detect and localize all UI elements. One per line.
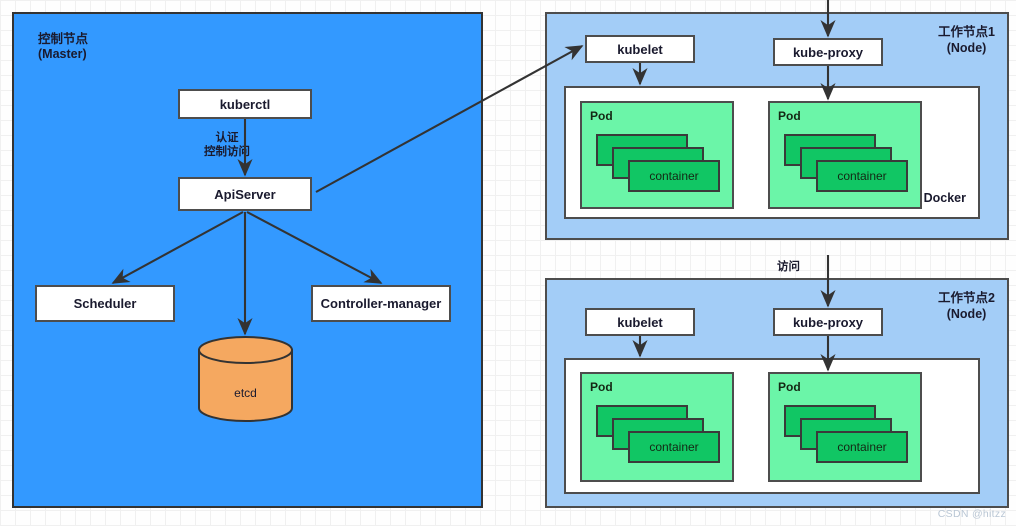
kubelet-label-node2: kubelet xyxy=(617,314,663,330)
master-node-title: 控制节点 (Master) xyxy=(38,32,89,61)
scheduler-label: Scheduler xyxy=(73,296,137,311)
auth-access-label: 认证 控制访问 xyxy=(204,132,250,158)
master-node-group: 控制节点 (Master) xyxy=(12,12,483,508)
pod-label: Pod xyxy=(590,109,613,123)
watermark-label: CSDN @hitzz xyxy=(937,508,1006,520)
pod-label: Pod xyxy=(778,380,801,394)
kube-proxy-label-node1: kube-proxy xyxy=(792,44,864,60)
etcd-label: etcd xyxy=(234,386,257,400)
worker-node-1-title: 工作节点1 (Node) xyxy=(938,25,995,55)
kubectl-box[interactable]: kuberctl xyxy=(178,89,312,119)
container-label: container xyxy=(649,169,699,183)
pod-box[interactable]: Pod container xyxy=(768,101,922,209)
apiserver-box[interactable]: ApiServer xyxy=(178,177,312,211)
controller-manager-box[interactable]: Controller-manager xyxy=(311,285,451,322)
scheduler-box[interactable]: Scheduler xyxy=(35,285,175,322)
kubelet-box-node2[interactable]: kubelet xyxy=(585,308,695,336)
pod-label: Pod xyxy=(778,109,801,123)
kubectl-label: kuberctl xyxy=(219,96,271,112)
container-box-front[interactable]: container xyxy=(816,160,908,192)
pod-box[interactable]: Pod container xyxy=(768,372,922,482)
kube-proxy-box-node1[interactable]: kube-proxy xyxy=(773,38,883,66)
pod-label: Pod xyxy=(590,380,613,394)
container-label: container xyxy=(837,440,887,454)
kube-proxy-box-node2[interactable]: kube-proxy xyxy=(773,308,883,336)
pod-box[interactable]: Pod container xyxy=(580,372,734,482)
container-box-front[interactable]: container xyxy=(628,160,720,192)
container-label: container xyxy=(837,169,887,183)
container-box-front[interactable]: container xyxy=(816,431,908,463)
kube-proxy-label-node2: kube-proxy xyxy=(792,314,864,330)
container-label: container xyxy=(649,440,699,454)
pod-box[interactable]: Pod container xyxy=(580,101,734,209)
container-box-front[interactable]: container xyxy=(628,431,720,463)
kubelet-label-node1: kubelet xyxy=(617,41,663,57)
apiserver-label: ApiServer xyxy=(214,186,276,202)
docker-label-node1: Docker xyxy=(923,191,966,205)
controller-manager-label: Controller-manager xyxy=(320,296,442,311)
etcd-cylinder-icon xyxy=(198,336,293,422)
access-label: 访问 xyxy=(777,261,800,273)
diagram-canvas: 控制节点 (Master) kuberctl 认证 控制访问 ApiServer… xyxy=(0,0,1016,526)
worker-node-2-title: 工作节点2 (Node) xyxy=(938,291,995,321)
kubelet-box-node1[interactable]: kubelet xyxy=(585,35,695,63)
